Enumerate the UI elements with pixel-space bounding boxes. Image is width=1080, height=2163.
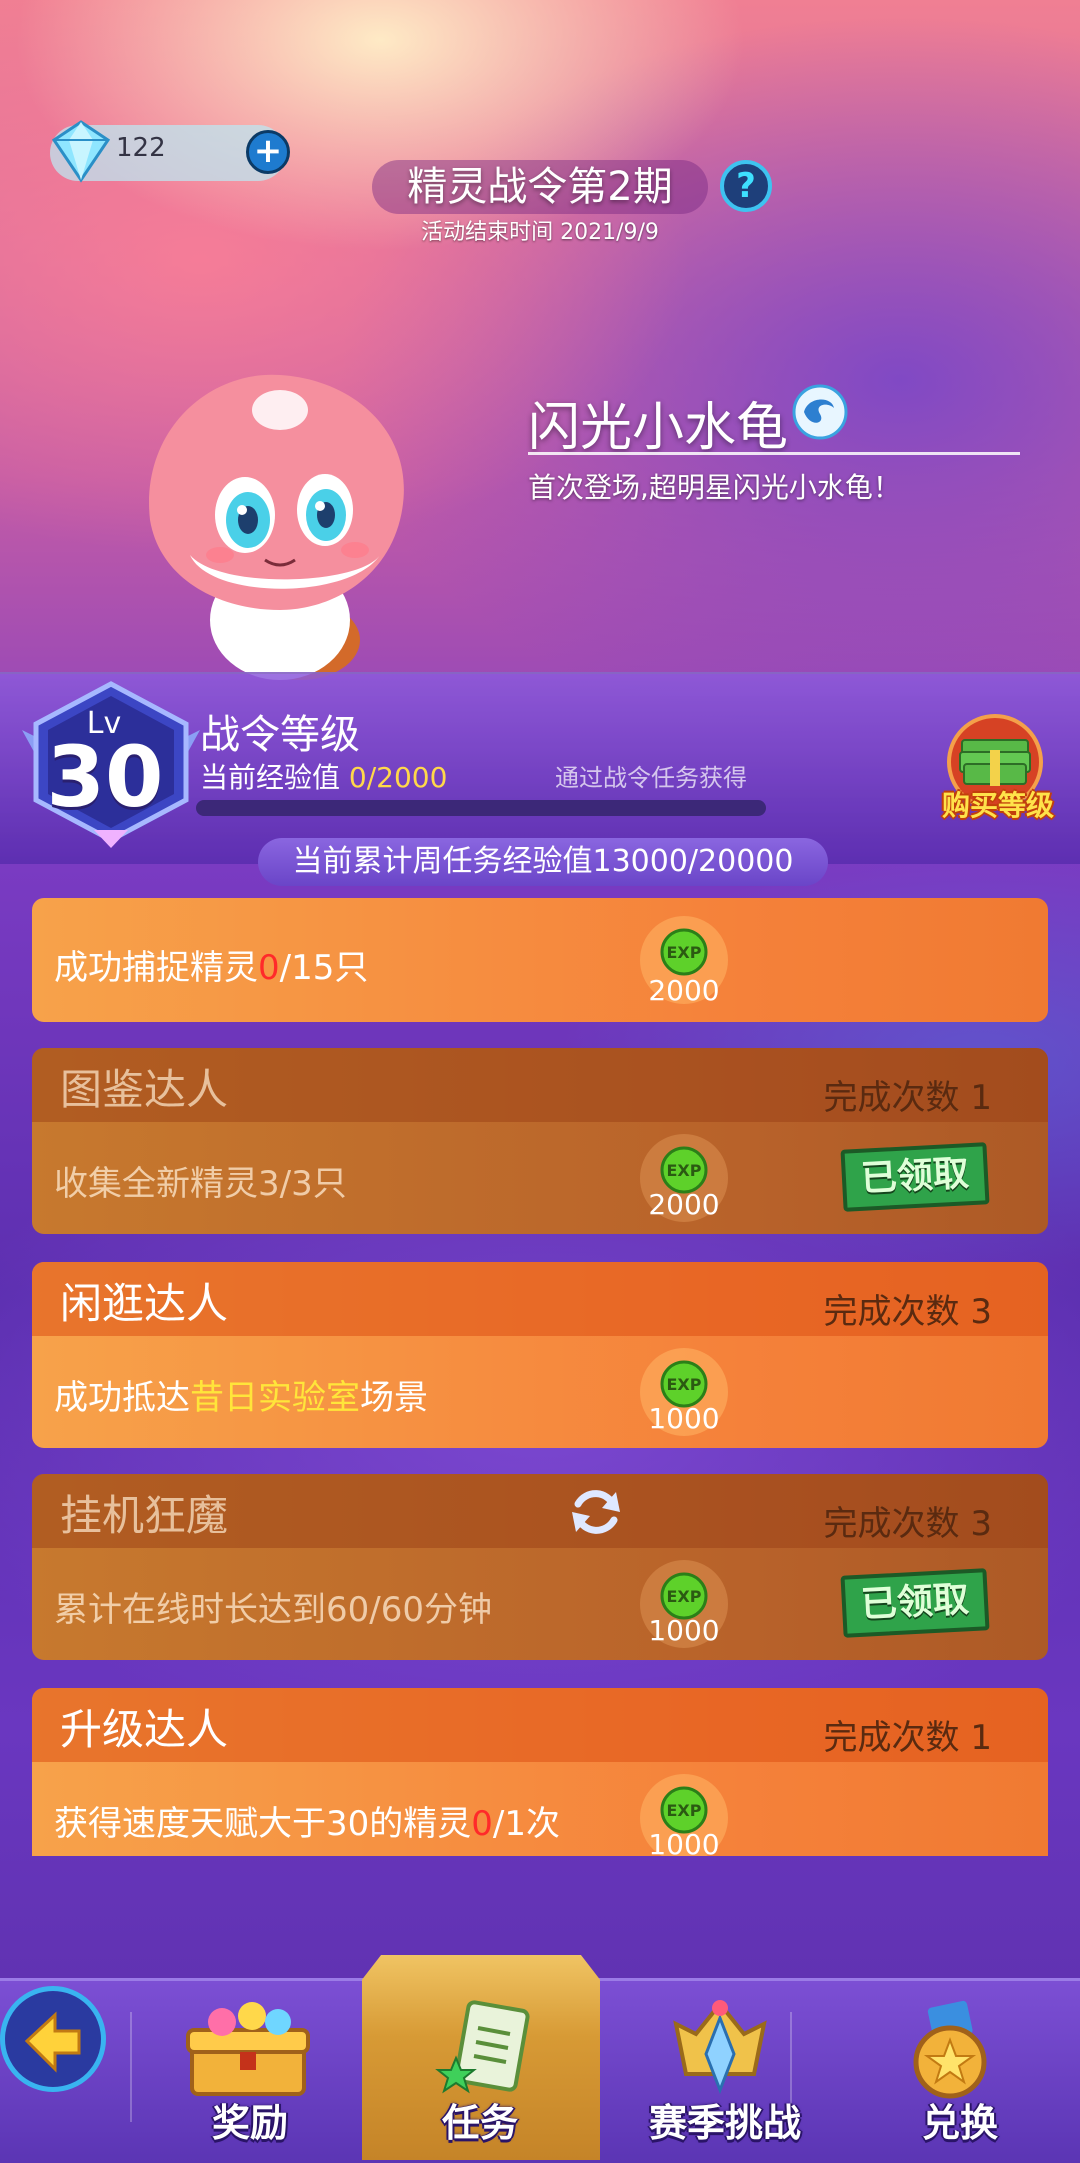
exp-icon-text: EXP	[667, 1587, 702, 1606]
back-button[interactable]	[0, 1986, 106, 2092]
task-completion-count: 完成次数 3	[823, 1292, 992, 1332]
task-description-suffix: 场景	[360, 1378, 428, 1418]
task-progress-total: /1次	[492, 1804, 560, 1844]
task-completion-count: 完成次数 1	[823, 1718, 992, 1758]
season-trophy-icon[interactable]	[660, 1994, 780, 2100]
event-title: 精灵战令第2期	[407, 164, 673, 210]
task-description: 成功抵达昔日实验室场景	[54, 1370, 428, 1419]
task-description-text: 获得速度天赋大于30的精灵	[54, 1804, 472, 1844]
exp-progress-bar	[196, 800, 766, 816]
task-card: 闲逛达人 完成次数 3 成功抵达昔日实验室场景 EXP 1000	[32, 1262, 1048, 1448]
back-arrow-icon	[24, 2011, 81, 2073]
exp-source-hint: 通过战令任务获得	[555, 764, 747, 792]
refresh-icon[interactable]	[566, 1482, 626, 1542]
task-description-text: 成功抵达	[54, 1378, 190, 1418]
nav-tab-season-challenge[interactable]: 赛季挑战	[620, 2092, 830, 2147]
task-description-text: 成功捕捉精灵	[54, 948, 258, 988]
exp-reward-amount: 2000	[648, 974, 720, 1007]
shiny-swirl-icon	[792, 384, 848, 440]
task-card: 成功捕捉精灵0/15只 EXP 2000	[32, 898, 1048, 1022]
task-description: 累计在线时长达到60/60分钟	[54, 1590, 492, 1630]
task-progress-current: 0	[471, 1804, 493, 1844]
task-description: 获得速度天赋大于30的精灵0/1次	[54, 1796, 560, 1845]
task-location-highlight: 昔日实验室	[190, 1378, 360, 1418]
current-exp-label: 当前经验值	[200, 761, 341, 794]
gem-count: 122	[116, 133, 166, 163]
treasure-chest-icon[interactable]	[178, 2000, 318, 2100]
featured-pet-name: 闪光小水龟	[528, 398, 789, 458]
pet-character-illustration	[149, 374, 404, 680]
nav-separator	[130, 2012, 132, 2122]
task-completion-count: 完成次数 3	[823, 1504, 992, 1544]
task-name: 升级达人	[60, 1705, 229, 1754]
task-progress-current: 0	[258, 948, 280, 988]
help-button[interactable]: ?	[720, 160, 772, 212]
current-exp: 当前经验值 0/2000	[200, 756, 447, 796]
level-value: 30	[46, 728, 164, 826]
buy-level-button[interactable]: 购买等级	[928, 784, 1068, 824]
nav-tab-tasks[interactable]: 任务	[390, 2092, 570, 2147]
task-progress-total: /15只	[279, 948, 369, 988]
task-clipboard-icon[interactable]	[428, 1998, 538, 2098]
weekly-task-exp: 当前累计周任务经验值13000/20000	[258, 838, 828, 886]
exp-reward-amount: 1000	[648, 1614, 720, 1647]
featured-pet-description: 首次登场,超明星闪光小水龟！	[528, 471, 901, 504]
task-name: 挂机狂魔	[60, 1491, 229, 1540]
task-description: 收集全新精灵3/3只	[54, 1164, 347, 1204]
exchange-medal-icon[interactable]	[900, 2000, 1000, 2100]
diamond-gem-icon	[51, 120, 111, 183]
battle-pass-level-title: 战令等级	[200, 712, 360, 758]
current-exp-value: 0/2000	[348, 761, 448, 794]
exp-icon-text: EXP	[667, 1375, 702, 1394]
add-gems-button[interactable]: +	[246, 130, 290, 174]
task-name: 闲逛达人	[60, 1279, 229, 1328]
event-end-time: 活动结束时间 2021/9/9	[421, 220, 659, 245]
task-name: 图鉴达人	[60, 1065, 229, 1114]
exp-icon-text: EXP	[667, 1801, 702, 1820]
task-card: 升级达人 完成次数 1 获得速度天赋大于30的精灵0/1次 EXP 1000	[32, 1688, 1048, 1856]
pet-name-underline	[528, 452, 1020, 455]
task-card: 挂机狂魔 完成次数 3 累计在线时长达到60/60分钟 EXP 1000 已领取	[32, 1474, 1048, 1660]
task-description: 成功捕捉精灵0/15只	[54, 940, 368, 989]
exp-reward-amount: 2000	[648, 1188, 720, 1221]
exp-reward-amount: 1000	[648, 1402, 720, 1435]
claimed-stamp: 已领取	[840, 1568, 990, 1638]
nav-tab-rewards[interactable]: 奖励	[160, 2092, 340, 2147]
nav-tab-exchange[interactable]: 兑换	[870, 2092, 1050, 2147]
exp-icon-text: EXP	[667, 943, 702, 962]
exp-reward-amount: 1000	[648, 1828, 720, 1856]
task-card: 图鉴达人 完成次数 1 收集全新精灵3/3只 EXP 2000 已领取	[32, 1048, 1048, 1234]
exp-icon-text: EXP	[667, 1161, 702, 1180]
task-completion-count: 完成次数 1	[823, 1078, 992, 1118]
claimed-stamp: 已领取	[840, 1142, 990, 1212]
